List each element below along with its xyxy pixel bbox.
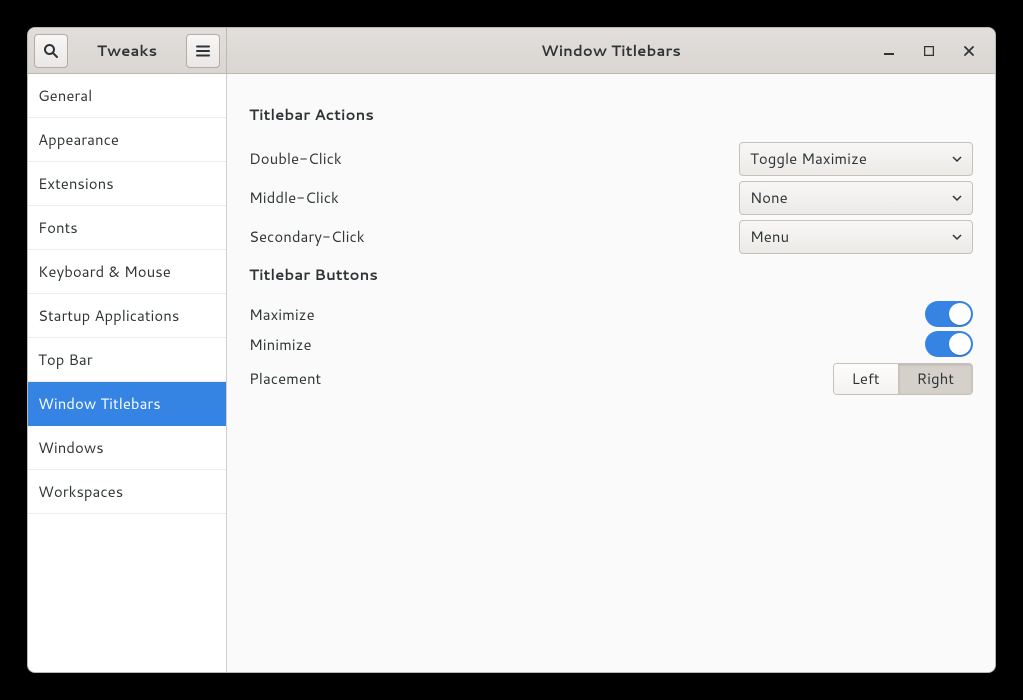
combo-middle-click[interactable]: None [739,181,973,215]
search-icon [43,43,59,59]
row-middle-click: Middle-Click None [249,178,973,217]
sidebar-item-startup-applications[interactable]: Startup Applications [28,294,226,338]
combo-secondary-click-value: Menu [750,226,789,247]
combo-double-click[interactable]: Toggle Maximize [739,142,973,176]
sidebar-item-keyboard-mouse[interactable]: Keyboard & Mouse [28,250,226,294]
label-maximize: Maximize [249,304,315,325]
combo-double-click-value: Toggle Maximize [750,148,867,169]
search-button[interactable] [34,34,68,68]
page-title: Window Titlebars [227,40,995,61]
minimize-icon [884,46,894,56]
label-middle-click: Middle-Click [249,187,339,208]
segmented-placement: Left Right [833,363,973,395]
headerbar: Tweaks Window Titlebars [28,28,995,74]
label-secondary-click: Secondary-Click [249,226,365,247]
combo-secondary-click[interactable]: Menu [739,220,973,254]
app-body: General Appearance Extensions Fonts Keyb… [28,74,995,672]
section-title-titlebar-actions: Titlebar Actions [249,104,973,125]
combo-middle-click-value: None [750,187,788,208]
label-double-click: Double-Click [249,148,342,169]
hamburger-menu-button[interactable] [186,34,220,68]
maximize-icon [924,46,934,56]
sidebar-item-workspaces[interactable]: Workspaces [28,470,226,514]
sidebar-item-appearance[interactable]: Appearance [28,118,226,162]
row-secondary-click: Secondary-Click Menu [249,217,973,256]
sidebar: General Appearance Extensions Fonts Keyb… [28,74,227,672]
sidebar-item-fonts[interactable]: Fonts [28,206,226,250]
chevron-down-icon [952,154,962,164]
row-minimize: Minimize [249,329,973,359]
switch-minimize[interactable] [925,331,973,357]
row-maximize: Maximize [249,299,973,329]
sidebar-item-general[interactable]: General [28,74,226,118]
headerbar-right: Window Titlebars [227,28,995,73]
sidebar-item-top-bar[interactable]: Top Bar [28,338,226,382]
headerbar-left: Tweaks [28,28,227,73]
content-pane: Titlebar Actions Double-Click Toggle Max… [227,74,995,672]
sidebar-item-extensions[interactable]: Extensions [28,162,226,206]
maximize-window-button[interactable] [921,43,937,59]
section-title-titlebar-buttons: Titlebar Buttons [249,264,973,285]
app-window: Tweaks Window Titlebars General [27,27,996,673]
switch-maximize[interactable] [925,301,973,327]
label-placement: Placement [249,368,321,389]
row-double-click: Double-Click Toggle Maximize [249,139,973,178]
close-window-button[interactable] [961,43,977,59]
close-icon [964,46,974,56]
placement-left-button[interactable]: Left [834,364,898,394]
placement-right-button[interactable]: Right [898,364,972,394]
sidebar-item-window-titlebars[interactable]: Window Titlebars [28,382,226,426]
minimize-window-button[interactable] [881,43,897,59]
window-controls [881,43,995,59]
hamburger-icon [195,43,211,59]
chevron-down-icon [952,193,962,203]
sidebar-item-windows[interactable]: Windows [28,426,226,470]
chevron-down-icon [952,232,962,242]
label-minimize: Minimize [249,334,312,355]
row-placement: Placement Left Right [249,359,973,398]
